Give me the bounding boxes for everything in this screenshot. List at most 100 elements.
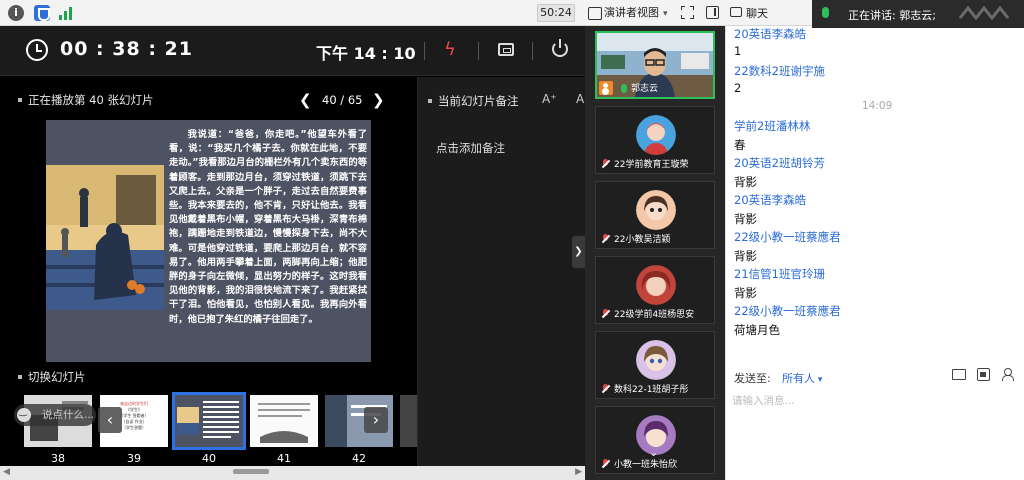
signal-icon[interactable] <box>58 5 74 21</box>
add-notes-placeholder[interactable]: 点击添加备注 <box>436 140 505 156</box>
current-time: 下午 14 : 10 <box>316 44 416 63</box>
end-show-icon[interactable] <box>552 39 568 57</box>
thumbnail-number: 38 <box>51 452 65 465</box>
slide-area: 正在播放第 40 张幻灯片 ❮ 40 / 65 ❯ 我说道：“爸爸，你走吧。”他… <box>0 77 417 466</box>
notes-panel: 当前幻灯片备注 A⁺ A⁻ 点击添加备注 <box>417 77 591 466</box>
avatar <box>636 340 676 380</box>
chat-sender[interactable]: 22级小教一班蔡應君 <box>734 303 841 319</box>
scroll-left-arrow-icon[interactable]: ◀ <box>3 467 10 477</box>
switch-screen-icon[interactable] <box>498 43 514 56</box>
chat-timestamp: 14:09 <box>862 100 893 112</box>
presenter-header: 00 : 38 : 21 下午 14 : 10 ϟ <box>0 26 585 76</box>
participant-tile[interactable]: 22级学前4班杨思安 <box>595 256 715 324</box>
microphone-muted-icon <box>601 309 610 319</box>
chat-icon <box>730 7 742 17</box>
participant-name: 数科22-1班胡子彤 <box>614 385 689 395</box>
scroll-down-icon[interactable]: ⌄ <box>649 446 658 459</box>
chat-sender[interactable]: 20英语李森皓 <box>734 192 806 208</box>
clock-icon <box>26 39 48 61</box>
chat-message: 春 <box>734 138 746 152</box>
chat-sender[interactable]: 22数科2班谢宇施 <box>734 63 825 79</box>
chat-message: 1 <box>734 44 742 58</box>
emoji-icon[interactable] <box>17 406 31 422</box>
participant-name: 22小教吴洁颖 <box>614 235 671 245</box>
chat-sender[interactable]: 20英语李森皓 <box>734 26 806 42</box>
scroll-left-icon[interactable]: ‹ <box>98 407 122 433</box>
avatar <box>636 265 676 305</box>
bullet <box>428 99 432 103</box>
meeting-timer: 50:24 <box>537 4 575 22</box>
microphone-muted-icon <box>601 159 610 169</box>
participant-tile[interactable]: 数科22-1班胡子彤 <box>595 331 715 399</box>
participant-name: 22学前教育王璇荣 <box>614 160 689 170</box>
avatar <box>636 190 676 230</box>
slide-illustration <box>46 165 164 310</box>
divider <box>424 42 425 60</box>
scroll-right-arrow-icon[interactable]: ▶ <box>575 467 582 477</box>
microphone-muted-icon <box>601 234 610 244</box>
chat-input[interactable] <box>732 386 1018 416</box>
scroll-right-icon[interactable]: › <box>364 407 388 433</box>
next-slide-icon[interactable]: ❯ <box>372 91 385 109</box>
divider <box>532 42 533 60</box>
scrollbar-thumb[interactable] <box>233 469 269 474</box>
participant-list: 郭志云 22学前教育王璇荣 22小教吴洁颖 22级学前4班杨思安 数科22-1班… <box>585 26 725 480</box>
user-icon[interactable] <box>1002 368 1014 381</box>
slide-thumbnail-41[interactable] <box>250 395 318 447</box>
presenter-view-button[interactable]: 演讲者视图 <box>586 4 668 22</box>
current-slide[interactable]: 我说道：“爸爸，你走吧。”他望车外看了看，说：“我买几个橘子去。你就在此地，不要… <box>46 120 371 362</box>
recipient-select[interactable]: 所有人 <box>782 370 822 386</box>
presenter-view: 00 : 38 : 21 下午 14 : 10 ϟ 正在播放第 40 张幻灯片 … <box>0 26 591 466</box>
chat-sender[interactable]: 21信管1班官玲珊 <box>734 266 825 282</box>
collapse-panel-icon[interactable]: ❯ <box>572 236 585 268</box>
slide-text: 我说道：“爸爸，你走吧。”他望车外看了看，说：“我买几个橘子去。你就在此地，不要… <box>169 129 367 325</box>
chat-message: 2 <box>734 81 742 95</box>
info-icon[interactable]: i <box>8 5 24 21</box>
chat-sender[interactable]: 22级小教一班蔡應君 <box>734 229 841 245</box>
participant-tile[interactable]: 22小教吴洁颖 <box>595 181 715 249</box>
calendar-icon[interactable] <box>977 368 990 381</box>
microphone-icon <box>822 7 829 18</box>
system-toolbar: i 50:24 演讲者视图 聊天 <box>0 0 812 26</box>
shield-icon[interactable] <box>34 5 50 21</box>
participant-name: 小教一班朱怡欣 <box>614 460 678 470</box>
bullet <box>18 98 22 102</box>
now-playing-label: 正在播放第 40 张幻灯片 <box>28 93 154 107</box>
slide-thumbnail-strip: 38 来这边的学生们 《学生》 （学生 答题者） （自读 作业） （学生答题） … <box>0 387 417 467</box>
participant-tile[interactable]: 郭志云 <box>595 31 715 99</box>
participant-tile[interactable]: 22学前教育王璇荣 <box>595 106 715 174</box>
laser-pointer-icon[interactable]: ϟ <box>444 40 458 60</box>
thumbnail-number: 39 <box>127 452 141 465</box>
slide-thumbnail-next[interactable] <box>400 395 417 447</box>
bullet <box>18 375 22 379</box>
microphone-on-icon <box>621 84 627 93</box>
speaking-text: 正在讲话: 郭志云; <box>848 9 936 22</box>
speaking-indicator: 正在讲话: 郭志云; <box>812 0 1024 28</box>
chat-message: 背影 <box>734 286 757 300</box>
switch-slide-label: 切换幻灯片 <box>28 370 86 384</box>
chat-message: 背影 <box>734 175 757 189</box>
selected-thumbnail-frame <box>172 392 246 450</box>
chat-message: 背影 <box>734 212 757 226</box>
side-panel-icon[interactable] <box>706 6 719 19</box>
horizontal-scrollbar[interactable]: ◀ ▶ <box>0 466 585 480</box>
chat-sender[interactable]: 学前2班潘林林 <box>734 118 810 134</box>
thumbnail-number: 40 <box>202 452 216 465</box>
chat-panel-title[interactable]: 聊天 <box>746 5 768 21</box>
chat-message: 荷塘月色 <box>734 323 780 337</box>
chat-sender[interactable]: 20英语2班胡铃芳 <box>734 155 825 171</box>
participant-tile[interactable]: 小教一班朱怡欣 <box>595 406 715 474</box>
chat-message: 背影 <box>734 249 757 263</box>
thumbnail-number: 41 <box>277 452 291 465</box>
participant-name: 22级学前4班杨思安 <box>614 310 695 320</box>
increase-font-icon[interactable]: A⁺ <box>542 92 557 106</box>
fullscreen-icon[interactable] <box>681 6 694 19</box>
elapsed-time: 00 : 38 : 21 <box>60 38 193 60</box>
page-counter: 40 / 65 <box>322 93 363 107</box>
previous-slide-icon[interactable]: ❮ <box>299 91 312 109</box>
chat-panel: 20英语李森皓 1 22数科2班谢宇施 2 14:09 学前2班潘林林春 20英语2班胡铃芳… <box>725 26 1024 480</box>
microphone-muted-icon <box>601 459 610 469</box>
folder-icon[interactable] <box>952 369 966 380</box>
app-logo-icon <box>958 6 1010 20</box>
participant-name: 郭志云 <box>631 84 659 94</box>
